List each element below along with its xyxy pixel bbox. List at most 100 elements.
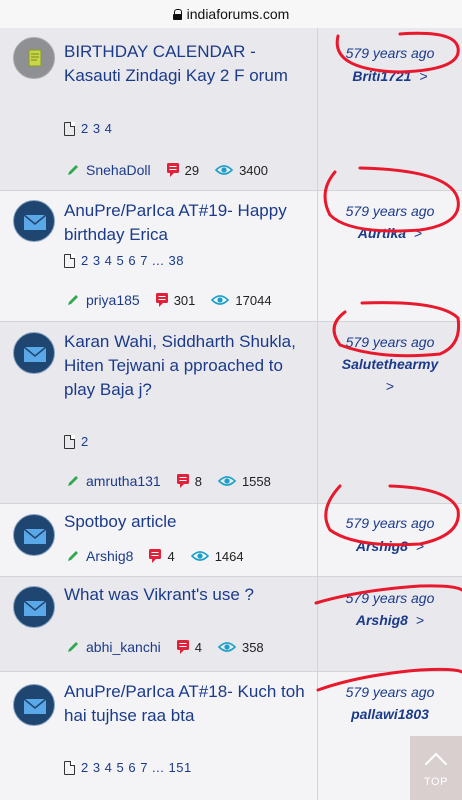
topic-main: Karan Wahi, Siddharth Shukla, Hiten Tejw… (0, 322, 317, 503)
topic-title[interactable]: AnuPre/ParIca AT#18- Kuch toh hai tujhse… (64, 680, 312, 728)
last-poster-name[interactable]: Arshig8 (356, 538, 408, 554)
topic-meta: priya185 301 17044 (66, 292, 272, 308)
last-poster-name[interactable]: Briti1721 (352, 68, 411, 84)
replies-icon (149, 549, 162, 563)
reply-count: 4 (167, 548, 175, 564)
replies-icon (176, 640, 189, 654)
last-poster[interactable]: Arshig8 > (318, 612, 462, 628)
last-poster[interactable]: pallawi1803 (318, 706, 462, 722)
avatar[interactable] (13, 514, 55, 556)
topic-main: BIRTHDAY CALENDAR - Kasauti Zindagi Kay … (0, 28, 317, 190)
topic-row[interactable]: AnuPre/ParIca AT#18- Kuch toh hai tujhse… (0, 672, 462, 800)
topic-author[interactable]: Arshig8 (86, 548, 133, 564)
topic-author[interactable]: SnehaDoll (86, 162, 151, 178)
views-icon (217, 476, 236, 486)
last-post[interactable]: 579 years ago Arshig8 > (317, 504, 462, 576)
page-links[interactable]: 2 3 4 5 6 7 ... 38 (81, 253, 184, 268)
last-post-time: 579 years ago (345, 684, 435, 700)
chevron-right-icon: > (385, 378, 395, 394)
last-poster[interactable]: Aurtika > (318, 225, 462, 241)
chevron-right-icon: > (419, 68, 428, 84)
topic-main: Spotboy article Arshig8 4 1464 (0, 504, 317, 576)
last-post[interactable]: 579 years ago Salutethearmy > (317, 322, 462, 503)
pages-icon (64, 434, 75, 449)
topic-main: What was Vikrant's use ? abhi_kanchi 4 3… (0, 577, 317, 671)
pencil-icon (68, 551, 78, 561)
chevron-right-icon: > (415, 612, 425, 628)
topic-pages[interactable]: 2 3 4 5 6 7 ... 38 (64, 253, 184, 268)
topic-title[interactable]: Spotboy article (64, 510, 312, 534)
replies-icon (166, 163, 179, 177)
last-post-time: 579 years ago (345, 334, 435, 350)
last-poster-name[interactable]: Aurtika (358, 225, 406, 241)
topic-author[interactable]: abhi_kanchi (86, 639, 161, 655)
reply-count: 301 (173, 292, 196, 308)
avatar[interactable] (13, 37, 55, 79)
topic-title[interactable]: What was Vikrant's use ? (64, 583, 312, 607)
topic-row[interactable]: BIRTHDAY CALENDAR - Kasauti Zindagi Kay … (0, 28, 462, 191)
topic-main: AnuPre/ParIca AT#19- Happy birthday Eric… (0, 191, 317, 321)
chevron-right-icon: > (415, 538, 425, 554)
last-post-time: 579 years ago (345, 515, 435, 531)
pages-icon (64, 121, 75, 136)
last-post-time: 579 years ago (345, 203, 435, 219)
topic-row[interactable]: Karan Wahi, Siddharth Shukla, Hiten Tejw… (0, 322, 462, 504)
topic-meta: abhi_kanchi 4 358 (66, 639, 264, 655)
view-count: 1558 (241, 473, 271, 489)
views-icon (217, 642, 236, 652)
avatar[interactable] (13, 586, 55, 628)
reply-count: 4 (194, 639, 202, 655)
views-icon (211, 295, 230, 305)
avatar[interactable] (13, 200, 55, 242)
last-poster[interactable]: Briti1721 > (318, 68, 462, 84)
topic-author[interactable]: amrutha131 (86, 473, 161, 489)
last-post[interactable]: 579 years ago Briti1721 > (317, 28, 462, 190)
page-links[interactable]: 2 3 4 5 6 7 ... 151 (81, 760, 192, 775)
avatar[interactable] (13, 332, 55, 374)
view-count: 1464 (214, 548, 244, 564)
url-text: indiaforums.com (186, 6, 290, 22)
topic-author[interactable]: priya185 (86, 292, 140, 308)
chevron-up-icon (424, 752, 448, 776)
avatar[interactable] (13, 684, 55, 726)
last-post[interactable]: 579 years ago Aurtika > (317, 191, 462, 321)
topic-meta: Arshig8 4 1464 (66, 548, 244, 564)
last-poster[interactable]: Salutethearmy (318, 356, 462, 372)
scroll-top-button[interactable]: TOP (410, 736, 462, 800)
address-bar[interactable]: indiaforums.com (0, 0, 462, 28)
topic-meta: amrutha131 8 1558 (66, 473, 271, 489)
last-post-time: 579 years ago (345, 45, 435, 61)
page-links[interactable]: 2 3 4 (81, 121, 112, 136)
pages-icon (64, 253, 75, 268)
last-poster[interactable]: Arshig8 > (318, 538, 462, 554)
view-count: 358 (241, 639, 264, 655)
pencil-icon (68, 642, 78, 652)
topic-meta: SnehaDoll 29 3400 (66, 162, 268, 178)
pages-icon (64, 760, 75, 775)
topic-row[interactable]: AnuPre/ParIca AT#19- Happy birthday Eric… (0, 191, 462, 322)
lock-icon (172, 8, 183, 20)
replies-icon (176, 474, 189, 488)
topic-row[interactable]: What was Vikrant's use ? abhi_kanchi 4 3… (0, 577, 462, 672)
page-links[interactable]: 2 (81, 434, 89, 449)
view-count: 17044 (235, 292, 272, 308)
last-poster-name[interactable]: Arshig8 (356, 612, 408, 628)
topic-row[interactable]: Spotboy article Arshig8 4 1464 579 years… (0, 504, 462, 577)
topic-main: AnuPre/ParIca AT#18- Kuch toh hai tujhse… (0, 672, 317, 800)
topic-title[interactable]: BIRTHDAY CALENDAR - Kasauti Zindagi Kay … (64, 40, 312, 88)
chevron-right-icon: > (414, 225, 423, 241)
reply-count: 8 (194, 473, 202, 489)
topic-pages[interactable]: 2 3 4 (64, 121, 112, 136)
last-post[interactable]: 579 years ago Arshig8 > (317, 577, 462, 671)
topic-pages[interactable]: 2 (64, 434, 89, 449)
pencil-icon (68, 295, 78, 305)
last-post-time: 579 years ago (345, 590, 435, 606)
view-count: 3400 (239, 162, 268, 178)
views-icon (215, 165, 234, 175)
topic-title[interactable]: Karan Wahi, Siddharth Shukla, Hiten Tejw… (64, 330, 312, 402)
pencil-icon (68, 165, 78, 175)
topic-pages[interactable]: 2 3 4 5 6 7 ... 151 (64, 760, 192, 775)
pencil-icon (68, 476, 78, 486)
views-icon (190, 551, 209, 561)
topic-title[interactable]: AnuPre/ParIca AT#19- Happy birthday Eric… (64, 199, 312, 247)
